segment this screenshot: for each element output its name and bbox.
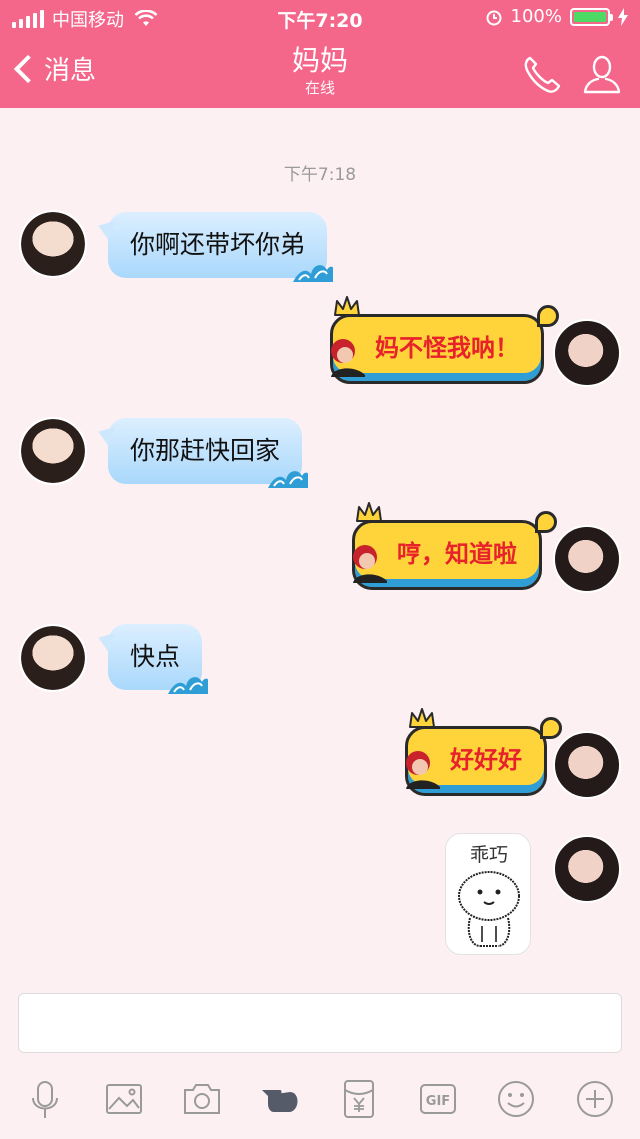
crown-icon	[356, 502, 382, 522]
wave-decoration	[293, 265, 334, 282]
avatar-me[interactable]	[553, 731, 621, 799]
battery-percent: 100%	[510, 6, 562, 27]
crown-icon	[409, 708, 435, 728]
phone-icon[interactable]	[520, 52, 564, 96]
cartoon-figure-icon	[353, 545, 387, 583]
message-text: 哼，知道啦	[397, 540, 517, 568]
battery-icon	[570, 7, 613, 26]
poke-icon[interactable]	[256, 1074, 306, 1124]
chat-timestamp: 下午7:18	[283, 165, 357, 185]
alarm-icon	[486, 10, 502, 25]
avatar-me[interactable]	[553, 525, 621, 593]
svg-text:GIF: GIF	[426, 1094, 450, 1109]
message-text: 快点	[130, 642, 181, 671]
contact-icon[interactable]	[580, 52, 624, 96]
message-text: 妈不怪我呐！	[375, 334, 519, 362]
plus-icon[interactable]	[570, 1074, 620, 1124]
message-text: 你那赶快回家	[130, 436, 281, 465]
emoji-icon[interactable]	[491, 1074, 541, 1124]
cartoon-figure-icon	[406, 751, 440, 789]
wave-decoration	[268, 471, 309, 488]
message-bubble-outgoing[interactable]: 好好好	[405, 708, 562, 796]
chat-area[interactable]: 下午7:18 你啊还带坏你弟 妈不怪我呐！ 你那赶快回家 哼，知道啦 快点 好好…	[0, 108, 640, 980]
chat-header: 消息 妈妈 在线	[0, 36, 640, 108]
message-input[interactable]	[18, 993, 622, 1053]
status-right: 100%	[485, 6, 628, 27]
message-text: 你啊还带坏你弟	[130, 230, 306, 259]
camera-icon[interactable]	[177, 1074, 227, 1124]
message-bubble-incoming[interactable]: 你那赶快回家	[108, 418, 309, 488]
avatar-me[interactable]	[553, 835, 621, 903]
gif-icon[interactable]: GIF	[413, 1074, 463, 1124]
microphone-icon[interactable]	[20, 1074, 70, 1124]
bubble-tail	[540, 717, 562, 739]
message-bubble-incoming[interactable]: 快点	[108, 624, 209, 694]
charging-icon	[618, 7, 628, 26]
red-packet-icon[interactable]	[334, 1074, 384, 1124]
bubble-tail	[537, 305, 559, 327]
avatar-mom[interactable]	[19, 624, 87, 692]
cartoon-figure-icon	[331, 339, 365, 377]
status-bar: 中国移动 下午7:20 100%	[0, 0, 640, 36]
crown-icon	[334, 296, 360, 316]
message-bubble-outgoing[interactable]: 哼，知道啦	[352, 502, 557, 590]
message-bubble-incoming[interactable]: 你啊还带坏你弟	[108, 212, 334, 282]
message-bubble-outgoing[interactable]: 妈不怪我呐！	[330, 296, 559, 384]
wave-decoration	[168, 677, 209, 694]
input-toolbar: GIF	[0, 1062, 640, 1139]
avatar-mom[interactable]	[19, 417, 87, 485]
message-text: 好好好	[450, 746, 522, 774]
avatar-me[interactable]	[553, 319, 621, 387]
image-icon[interactable]	[99, 1074, 149, 1124]
cartoon-face-icon	[458, 871, 520, 947]
sticker-message[interactable]: 乖巧	[445, 833, 531, 955]
avatar-mom[interactable]	[19, 210, 87, 278]
bubble-tail	[535, 511, 557, 533]
